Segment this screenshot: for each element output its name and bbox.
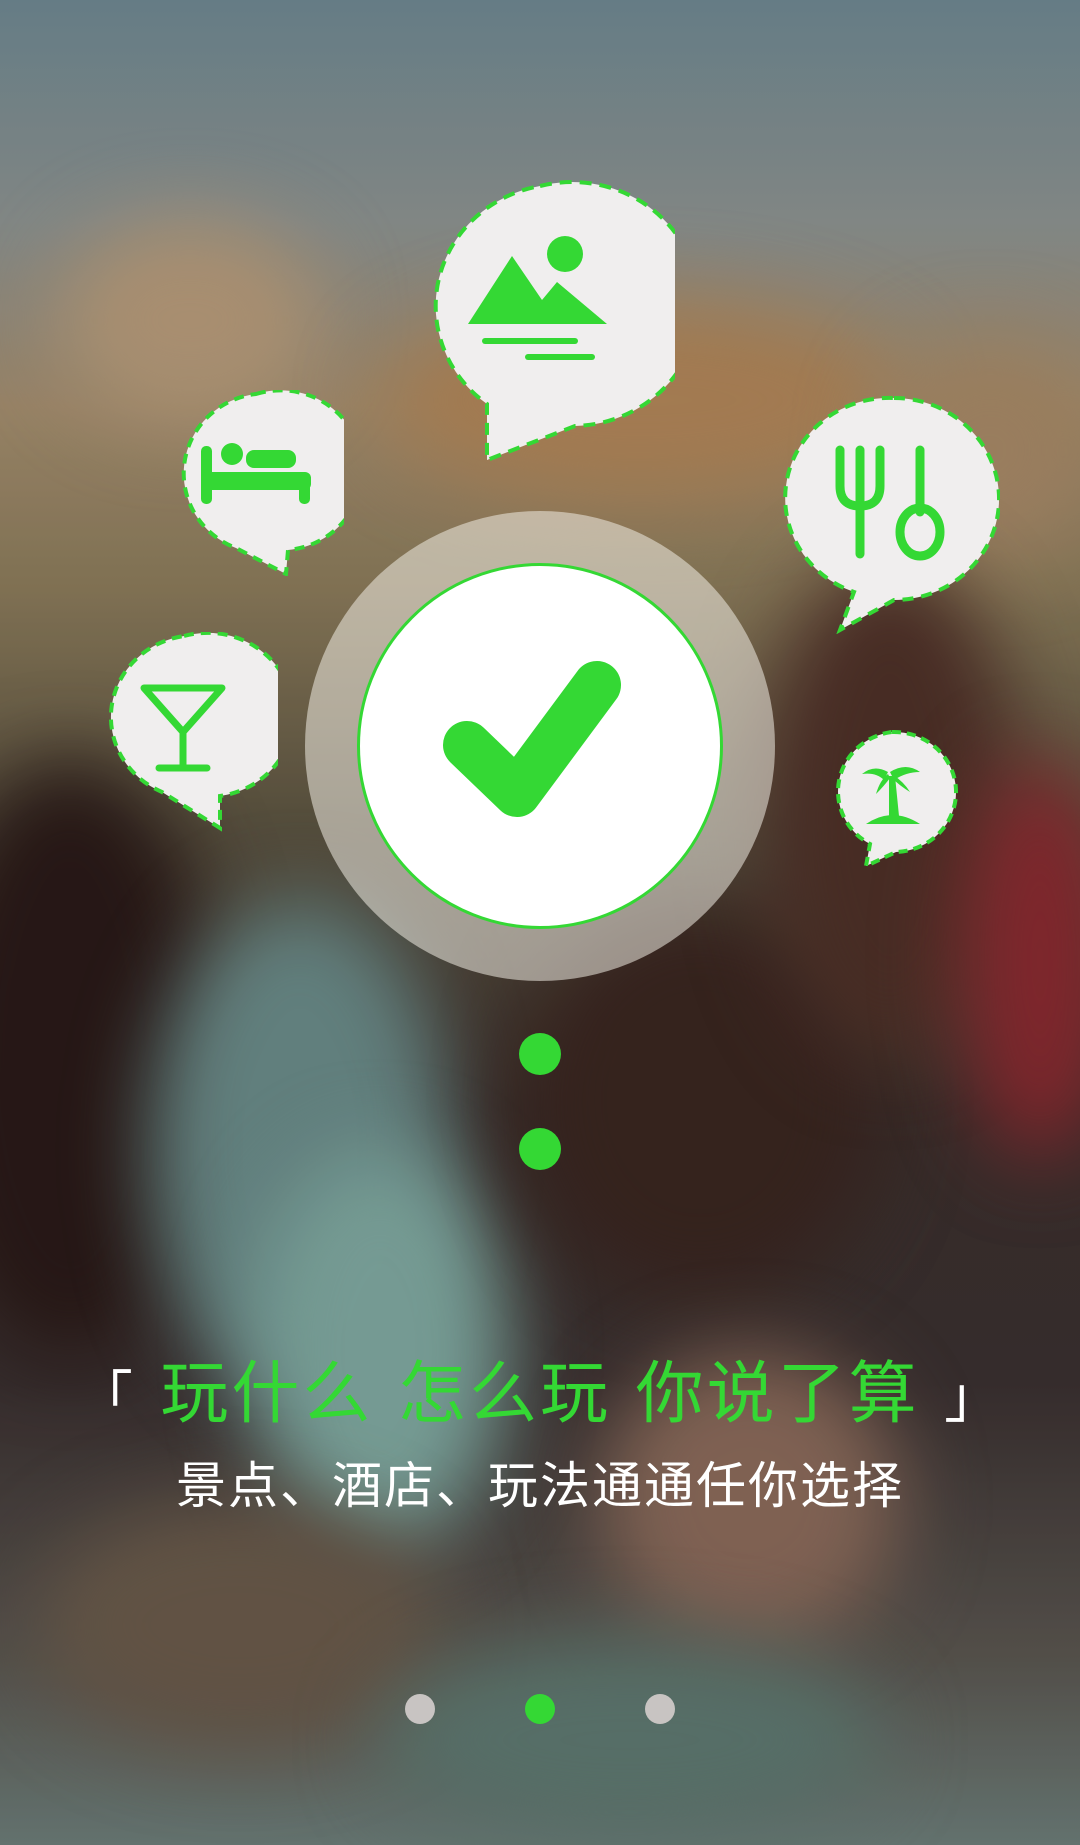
open-bracket: 「 bbox=[76, 1366, 136, 1431]
close-bracket: 」 bbox=[944, 1366, 1004, 1431]
bar-bubble[interactable] bbox=[92, 632, 278, 832]
hotel-bubble[interactable] bbox=[168, 390, 344, 576]
page-dot-3[interactable] bbox=[645, 1694, 675, 1724]
checkmark-icon bbox=[443, 661, 621, 817]
subtitle: 景点、酒店、玩法通通任你选择 bbox=[176, 1457, 904, 1515]
connector-dot bbox=[519, 1128, 561, 1170]
confirm-button[interactable] bbox=[357, 563, 723, 929]
dining-bubble[interactable] bbox=[774, 394, 1000, 634]
headline: 「 玩什么 怎么玩 你说了算 」 bbox=[0, 1338, 1080, 1437]
connector-dot bbox=[519, 1033, 561, 1075]
page-dot-1[interactable] bbox=[405, 1694, 435, 1724]
beach-bubble[interactable] bbox=[826, 728, 958, 868]
page-dot-2-active[interactable] bbox=[525, 1694, 555, 1724]
headline-text: 玩什么 怎么玩 你说了算 bbox=[160, 1355, 920, 1434]
scenery-bubble[interactable] bbox=[405, 178, 675, 464]
page-indicator bbox=[0, 1694, 1080, 1726]
